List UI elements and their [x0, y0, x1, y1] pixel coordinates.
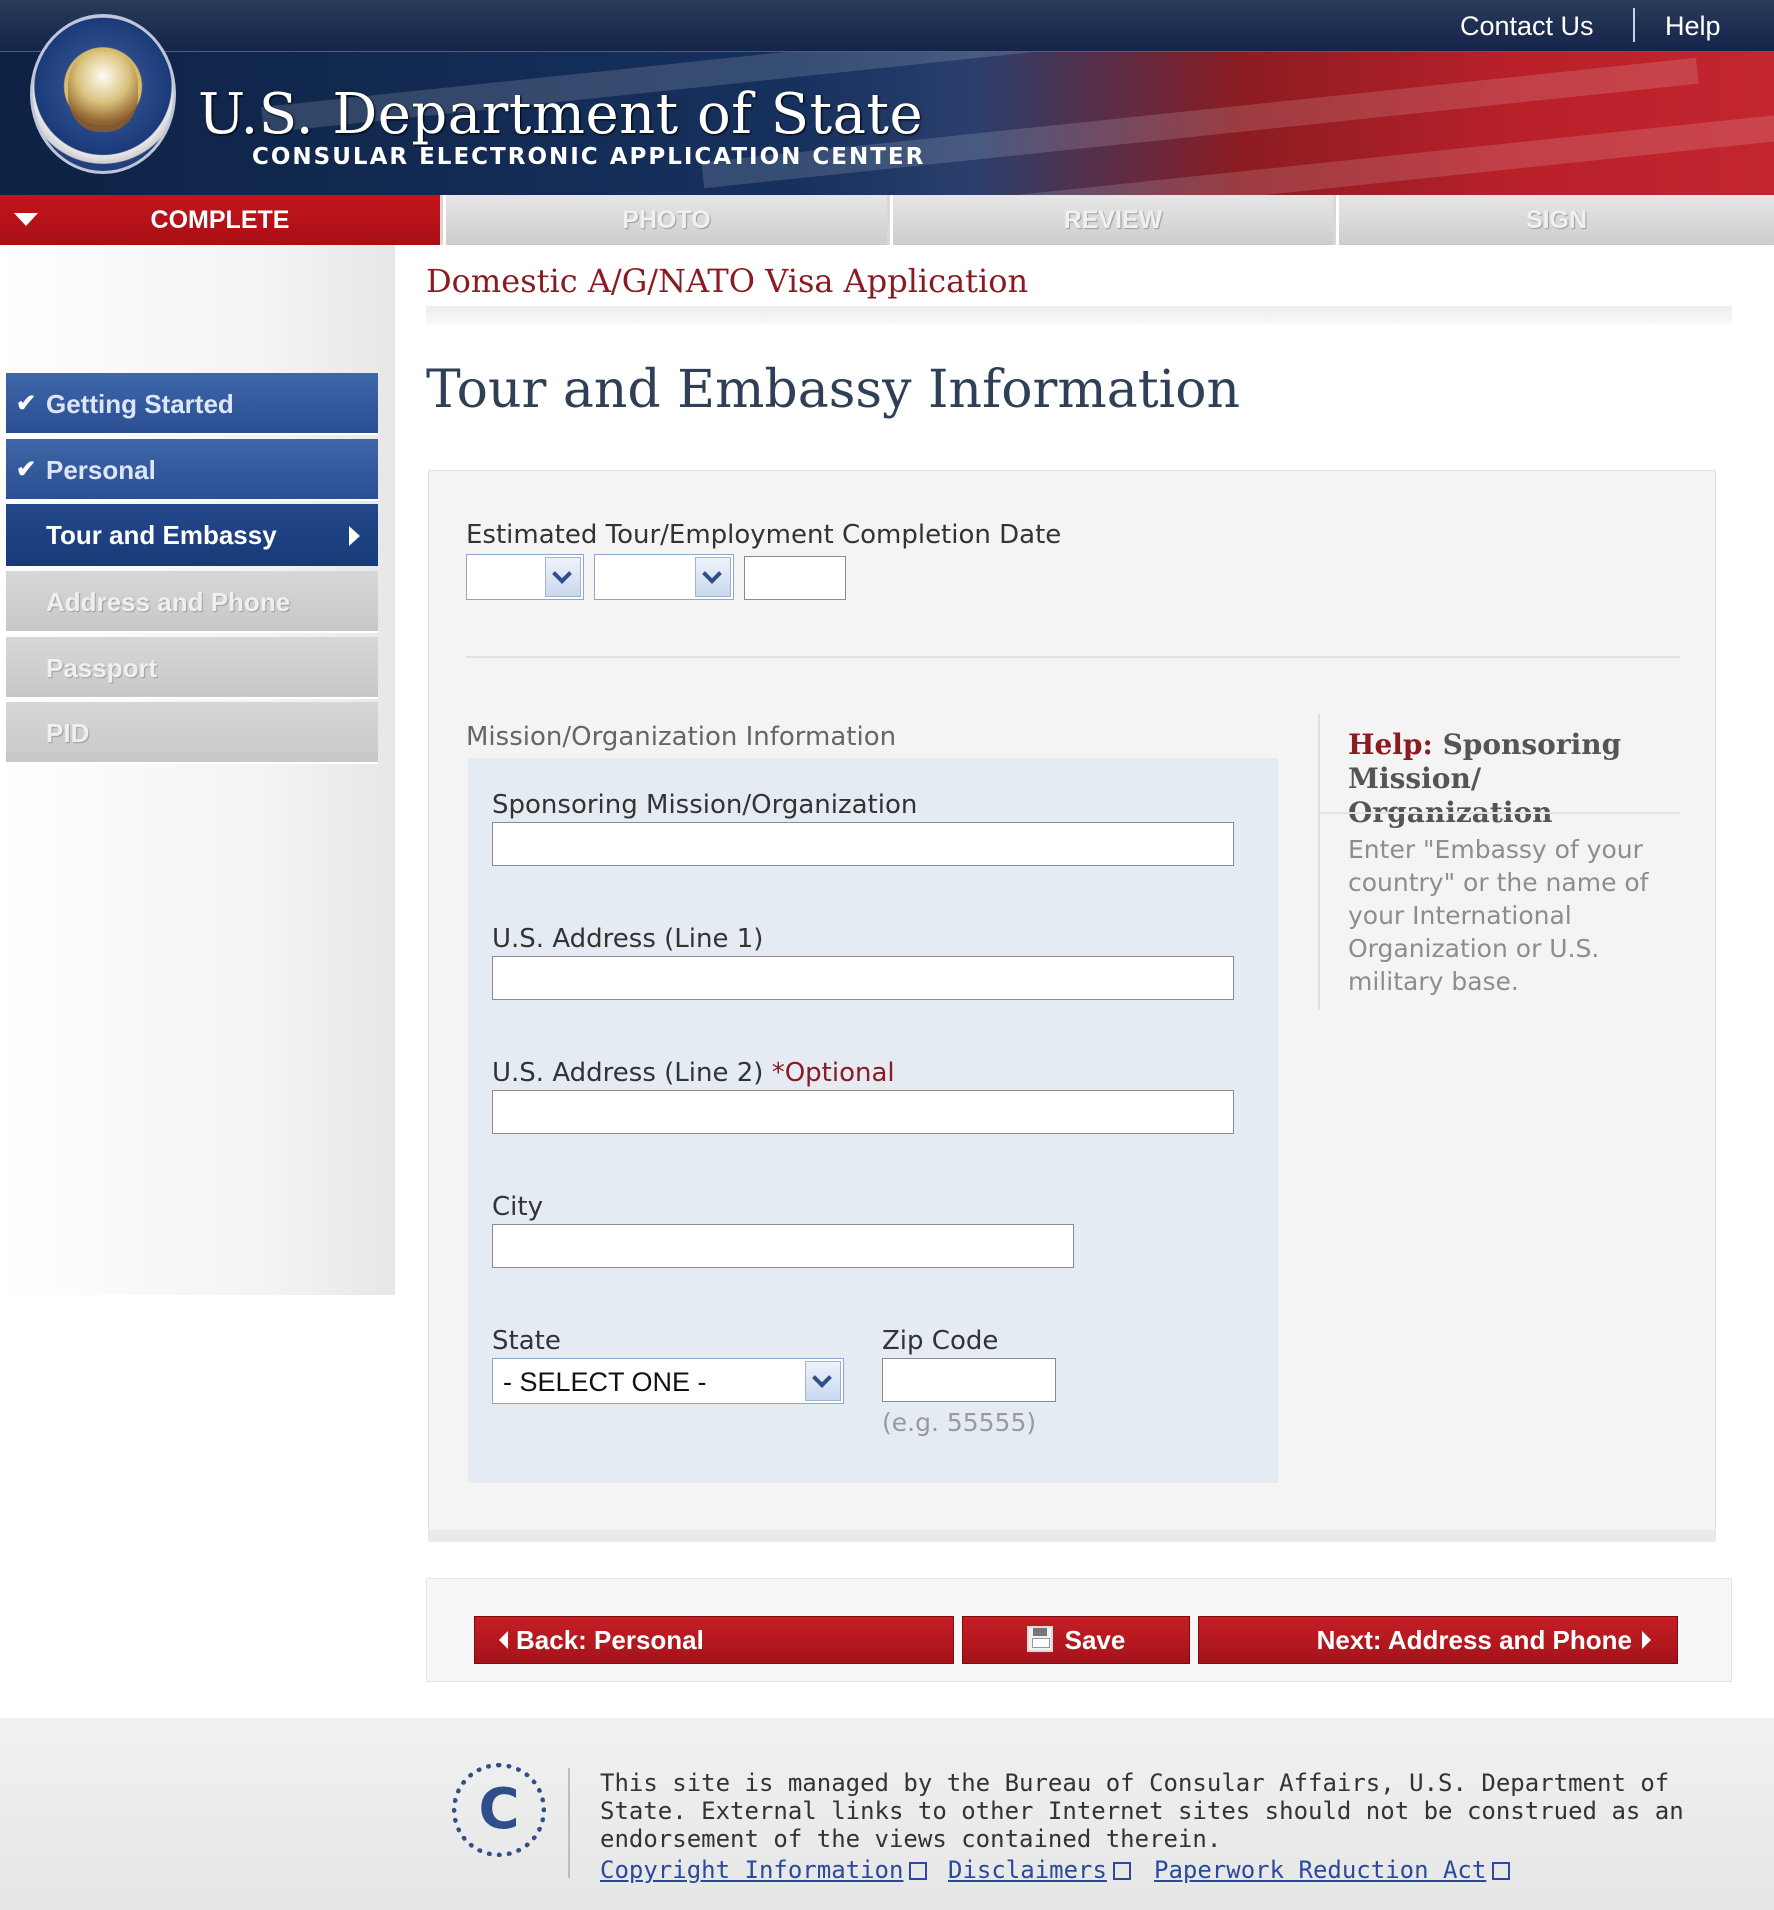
- checkmark-icon: ✔: [16, 390, 37, 417]
- sponsoring-label: Sponsoring Mission/Organization: [492, 790, 918, 820]
- completion-date-label: Estimated Tour/Employment Completion Dat…: [466, 520, 1062, 550]
- completion-day-select[interactable]: [466, 554, 584, 600]
- seal-eagle-icon: [68, 52, 138, 132]
- help-title: Help: Sponsoring Mission/ Organization: [1348, 728, 1678, 830]
- checkmark-icon: ✔: [16, 456, 37, 483]
- help-link[interactable]: Help: [1665, 11, 1721, 42]
- copyright-link[interactable]: Copyright Information: [600, 1856, 928, 1884]
- sidebar-item-label: Tour and Embassy: [46, 520, 277, 550]
- section-divider: [466, 656, 1680, 658]
- help-prefix: Help:: [1348, 728, 1433, 761]
- chevron-down-icon: [812, 1368, 832, 1388]
- external-link-icon: [909, 1862, 928, 1880]
- zip-hint: (e.g. 55555): [882, 1408, 1037, 1437]
- city-input[interactable]: [492, 1224, 1074, 1268]
- address-line1-input[interactable]: [492, 956, 1234, 1000]
- tab-sign: SIGN: [1336, 195, 1774, 245]
- sidebar-item-passport: Passport: [6, 637, 378, 699]
- dropdown-button[interactable]: [805, 1361, 841, 1401]
- address-line2-input[interactable]: [492, 1090, 1234, 1134]
- contact-us-link[interactable]: Contact Us: [1460, 11, 1594, 42]
- completion-year-input[interactable]: [744, 556, 846, 600]
- title-divider: [426, 306, 1732, 324]
- next-button-label: Next: Address and Phone: [1316, 1625, 1632, 1655]
- completion-month-select[interactable]: [594, 554, 734, 600]
- chevron-down-icon: [552, 564, 572, 584]
- state-select[interactable]: - SELECT ONE -: [492, 1358, 844, 1404]
- disclaimers-link-label: Disclaimers: [948, 1856, 1107, 1884]
- page-title: Tour and Embassy Information: [426, 360, 1241, 420]
- back-button[interactable]: Back: Personal: [474, 1616, 954, 1664]
- form-panel-footer: [428, 1530, 1716, 1542]
- zip-code-input[interactable]: [882, 1358, 1056, 1402]
- address1-label: U.S. Address (Line 1): [492, 924, 764, 954]
- sidebar-item-address-and-phone: Address and Phone: [6, 571, 378, 633]
- footer-divider: [568, 1768, 570, 1878]
- next-button[interactable]: Next: Address and Phone: [1198, 1616, 1678, 1664]
- sponsoring-mission-input[interactable]: [492, 822, 1234, 866]
- tab-photo: PHOTO: [443, 195, 887, 245]
- tab-complete[interactable]: COMPLETE: [0, 195, 440, 245]
- sidebar-item-getting-started[interactable]: ✔ Getting Started: [6, 373, 378, 435]
- agency-title: U.S. Department of State: [198, 82, 924, 147]
- sidebar-item-label: Personal: [46, 455, 156, 485]
- chevron-right-icon: [1642, 1631, 1651, 1650]
- optional-marker: *Optional: [771, 1058, 895, 1088]
- back-button-label: Back: Personal: [516, 1625, 704, 1655]
- sidebar-item-personal[interactable]: ✔ Personal: [6, 439, 378, 501]
- sidebar-item-label: Getting Started: [46, 389, 234, 419]
- save-button[interactable]: Save: [962, 1616, 1190, 1664]
- caret-down-icon: [14, 213, 38, 226]
- tab-complete-label: COMPLETE: [150, 206, 290, 234]
- step-tabs: COMPLETE PHOTO REVIEW SIGN: [0, 195, 1774, 245]
- state-select-value: - SELECT ONE -: [503, 1367, 707, 1397]
- help-divider: [1320, 812, 1680, 814]
- zip-label: Zip Code: [882, 1326, 999, 1356]
- sidebar-item-tour-and-embassy[interactable]: Tour and Embassy: [6, 504, 378, 566]
- help-text: Enter "Embassy of your country" or the n…: [1348, 835, 1649, 996]
- mission-section-label: Mission/Organization Information: [466, 722, 897, 752]
- save-button-label: Save: [1064, 1625, 1126, 1655]
- external-link-icon: [1492, 1862, 1511, 1880]
- external-link-icon: [1112, 1862, 1131, 1880]
- disclaimers-link[interactable]: Disclaimers: [948, 1856, 1131, 1884]
- agency-subtitle: CONSULAR ELECTRONIC APPLICATION CENTER: [252, 144, 926, 170]
- paperwork-reduction-link[interactable]: Paperwork Reduction Act: [1154, 1856, 1511, 1884]
- copyright-link-label: Copyright Information: [600, 1856, 904, 1884]
- consular-affairs-logo-letter: C: [478, 1777, 520, 1842]
- floppy-disk-icon: [1026, 1626, 1053, 1653]
- sidebar-item-pid: PID: [6, 702, 378, 764]
- city-label: City: [492, 1192, 543, 1222]
- chevron-right-icon: [349, 526, 360, 546]
- paperwork-link-label: Paperwork Reduction Act: [1154, 1856, 1487, 1884]
- address2-label: U.S. Address (Line 2) *Optional: [492, 1058, 895, 1088]
- tab-review: REVIEW: [890, 195, 1333, 245]
- footer-text: This site is managed by the Bureau of Co…: [600, 1769, 1684, 1853]
- dropdown-button[interactable]: [695, 557, 731, 597]
- state-label: State: [492, 1326, 561, 1356]
- chevron-down-icon: [702, 564, 722, 584]
- top-links-divider: [1633, 8, 1635, 42]
- dropdown-button[interactable]: [545, 557, 581, 597]
- application-title: Domestic A/G/NATO Visa Application: [426, 262, 1029, 300]
- chevron-left-icon: [499, 1631, 508, 1650]
- address2-label-text: U.S. Address (Line 2): [492, 1058, 764, 1088]
